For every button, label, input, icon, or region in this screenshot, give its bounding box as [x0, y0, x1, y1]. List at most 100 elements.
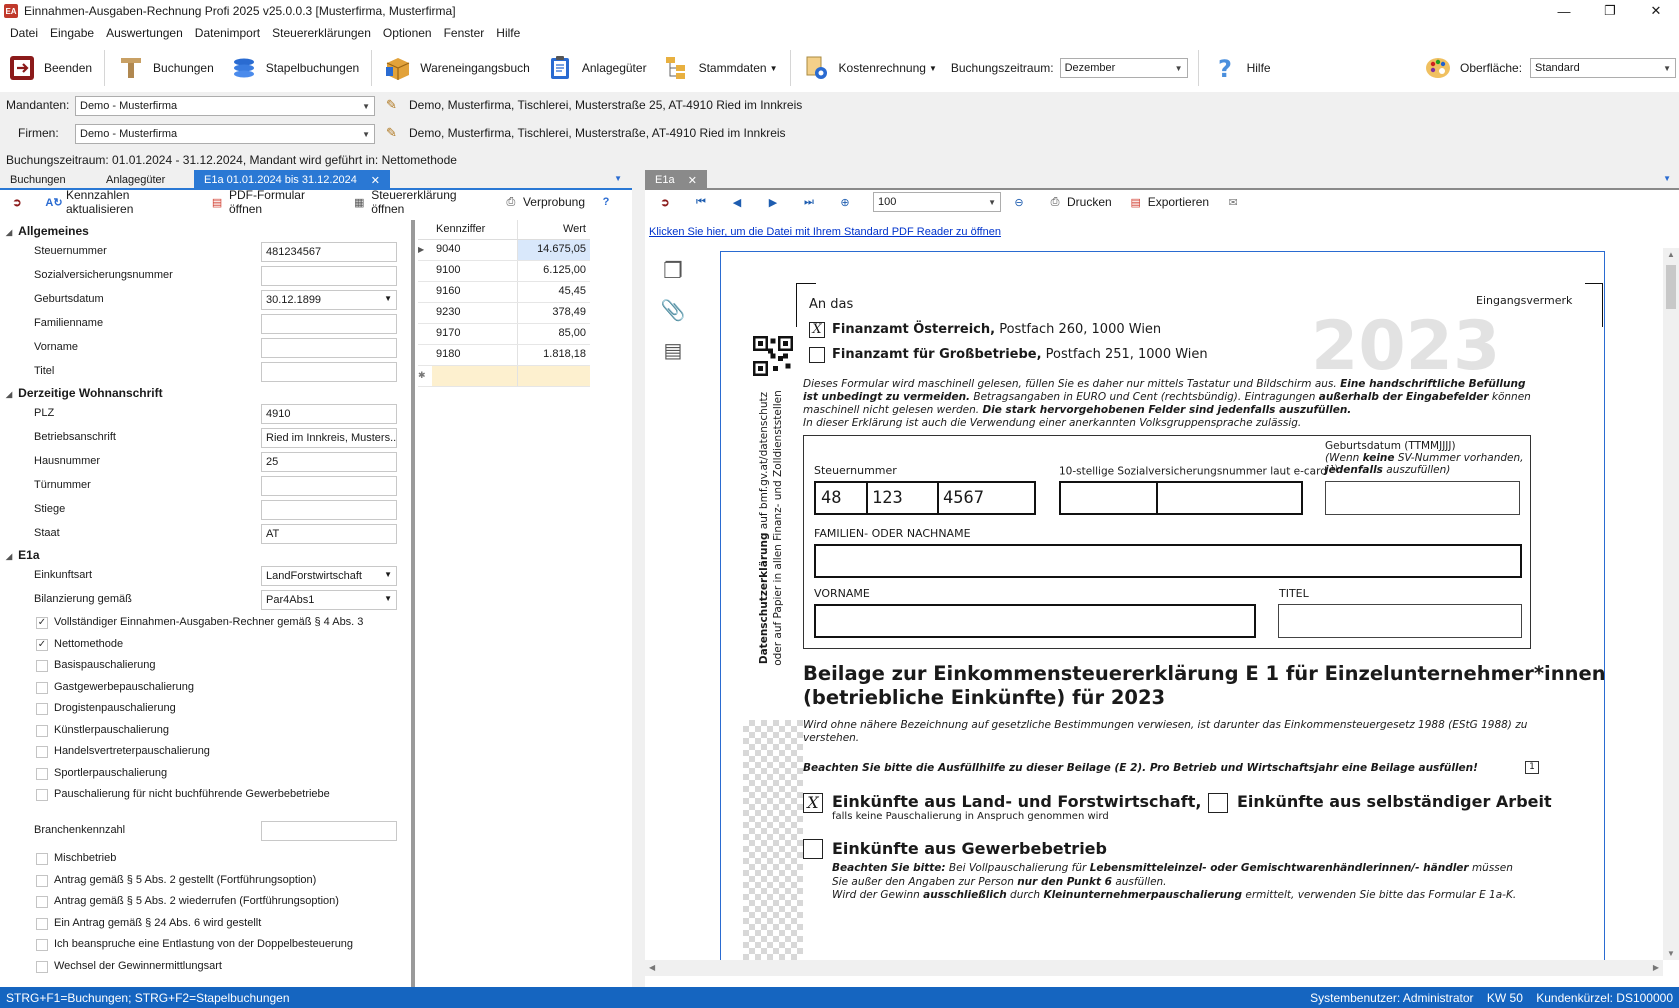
checkbox-label[interactable]: Pauschalierung für nicht buchführende Ge…: [54, 788, 330, 800]
drucken-button[interactable]: ⎙ Drucken: [1047, 194, 1112, 210]
menu-datei[interactable]: Datei: [4, 26, 44, 40]
new-row[interactable]: ✱: [418, 366, 590, 387]
pane-divider[interactable]: [632, 168, 645, 987]
oberflaeche-select[interactable]: Standard ▼: [1530, 58, 1677, 78]
close-icon[interactable]: ✕: [371, 174, 380, 187]
checkbox-label[interactable]: Sportlerpauschalierung: [54, 767, 167, 779]
first-page-button[interactable]: ⏮: [693, 194, 713, 210]
mail-button[interactable]: ✉: [1225, 194, 1245, 210]
chevron-down-icon[interactable]: ▼: [614, 174, 622, 183]
checkbox[interactable]: [36, 746, 48, 758]
section-allgemeines[interactable]: ◢ Allgemeines: [6, 224, 89, 238]
form-geburtsdatum-box[interactable]: [1325, 481, 1520, 515]
menu-fenster[interactable]: Fenster: [438, 26, 491, 40]
checkbox-label[interactable]: Ich beanspruche eine Entlastung von der …: [54, 938, 353, 950]
checkbox[interactable]: [36, 853, 48, 865]
tab-buchungen[interactable]: Buchungen: [0, 170, 96, 190]
menu-eingabe[interactable]: Eingabe: [44, 26, 100, 40]
checkbox-label[interactable]: Nettomethode: [54, 638, 123, 650]
checkbox[interactable]: [36, 960, 48, 973]
firmen-select[interactable]: Demo - Musterfirma ▼: [75, 124, 375, 144]
form-titel-box[interactable]: [1278, 604, 1522, 638]
menu-hilfe[interactable]: Hilfe: [490, 26, 526, 40]
branchenkennzahl-input[interactable]: [261, 821, 397, 841]
scroll-down-icon[interactable]: ▼: [1663, 949, 1679, 958]
buchungszeitraum-select[interactable]: Dezember ▼: [1059, 58, 1188, 78]
einkuenfte-lf-checkbox[interactable]: X: [803, 793, 823, 813]
minimize-icon[interactable]: —: [1541, 0, 1587, 22]
form-vorname-box[interactable]: [814, 604, 1256, 638]
prev-page-button[interactable]: ◀: [729, 194, 749, 210]
table-row[interactable]: 9160 45,45: [418, 282, 590, 303]
checkbox-label[interactable]: Vollständiger Einnahmen-Ausgaben-Rechner…: [54, 616, 363, 628]
checkbox[interactable]: ✓: [36, 638, 48, 651]
checkbox-label[interactable]: Ein Antrag gemäß § 24 Abs. 6 wird gestel…: [54, 917, 261, 929]
table-row[interactable]: 9100 6.125,00: [418, 261, 590, 282]
stiege-input[interactable]: [261, 500, 397, 520]
scroll-up-icon[interactable]: ▲: [1663, 250, 1679, 259]
wareneingangsbuch-button[interactable]: Wareneingangsbuch: [376, 48, 538, 88]
checkbox[interactable]: [36, 660, 48, 672]
checkbox[interactable]: [36, 896, 48, 908]
checkbox-label[interactable]: Drogistenpauschalierung: [54, 702, 176, 714]
geburtsdatum-input[interactable]: 30.12.1899 ▼: [261, 290, 397, 310]
form-svnr-box[interactable]: [1059, 481, 1303, 515]
checkbox[interactable]: [36, 703, 48, 715]
table-row[interactable]: 9230 378,49: [418, 303, 590, 324]
edit-icon[interactable]: ✎: [386, 97, 397, 113]
checkbox[interactable]: [36, 939, 48, 951]
table-row[interactable]: 9170 85,00: [418, 324, 590, 345]
einkuenfte-sa-checkbox[interactable]: [1208, 793, 1228, 813]
close-pdf-button[interactable]: ➲: [657, 194, 677, 210]
form-familienname-box[interactable]: [814, 544, 1522, 578]
attachment-icon[interactable]: 📎: [655, 298, 691, 338]
menu-datenimport[interactable]: Datenimport: [189, 26, 266, 40]
scroll-left-icon[interactable]: ◀: [649, 963, 655, 972]
scroll-thumb[interactable]: [1666, 265, 1676, 309]
next-page-button[interactable]: ▶: [765, 194, 785, 210]
mandanten-select[interactable]: Demo - Musterfirma ▼: [75, 96, 375, 116]
menu-auswertungen[interactable]: Auswertungen: [100, 26, 189, 40]
checkbox[interactable]: ✓: [36, 617, 48, 629]
checkbox-label[interactable]: Gastgewerbepauschalierung: [54, 681, 194, 693]
fa-oesterreich-checkbox[interactable]: X: [809, 322, 825, 338]
column-header-wert[interactable]: Wert: [518, 220, 590, 239]
exportieren-button[interactable]: ▤ Exportieren: [1128, 194, 1209, 210]
menu-optionen[interactable]: Optionen: [377, 26, 438, 40]
pages-icon[interactable]: ❐: [655, 258, 691, 298]
pdf-formular-button[interactable]: ▤ PDF-Formular öffnen: [210, 188, 338, 216]
maximize-icon[interactable]: ❐: [1587, 0, 1633, 22]
section-wohnanschrift[interactable]: ◢ Derzeitige Wohnanschrift: [6, 386, 163, 400]
kennzahlen-button[interactable]: A↻ Kennzahlen aktualisieren: [45, 188, 196, 216]
chevron-down-icon[interactable]: ▼: [1663, 174, 1671, 183]
zoom-in-button[interactable]: ⊕: [837, 194, 857, 210]
checkbox[interactable]: [36, 917, 48, 930]
section-e1a[interactable]: ◢ E1a: [6, 548, 40, 562]
kostenrechnung-button[interactable]: Kostenrechnung ▼: [795, 48, 945, 88]
table-row[interactable]: 9180 1.818,18: [418, 345, 590, 366]
checkbox[interactable]: [36, 789, 48, 801]
tab-e1a[interactable]: E1a 01.01.2024 bis 31.12.2024 ✕: [194, 170, 390, 190]
edit-icon[interactable]: ✎: [386, 125, 397, 141]
comment-icon[interactable]: ▤: [655, 338, 691, 378]
tuernummer-input[interactable]: [261, 476, 397, 496]
horizontal-scrollbar[interactable]: ◀ ▶: [645, 960, 1663, 976]
checkbox-label[interactable]: Antrag gemäß § 5 Abs. 2 gestellt (Fortfü…: [54, 874, 316, 886]
checkbox[interactable]: [36, 767, 48, 780]
zoom-select[interactable]: 100 ▼: [873, 192, 1001, 212]
menu-steuererklaerungen[interactable]: Steuererklärungen: [266, 26, 377, 40]
checkbox-label[interactable]: Handelsvertreterpauschalierung: [54, 745, 210, 757]
einkunftsart-select[interactable]: LandForstwirtschaft ▼: [261, 566, 397, 586]
help-button[interactable]: ?: [599, 195, 618, 209]
betriebsanschrift-input[interactable]: Ried im Innkreis, Musters...: [261, 428, 397, 448]
close-icon[interactable]: ✕: [1633, 0, 1679, 22]
scroll-right-icon[interactable]: ▶: [1653, 963, 1659, 972]
checkbox-label[interactable]: Basispauschalierung: [54, 659, 156, 671]
fa-grossbetriebe-checkbox[interactable]: [809, 347, 825, 363]
close-icon[interactable]: ✕: [688, 174, 697, 187]
verprobung-button[interactable]: ⎙ Verprobung: [504, 195, 585, 209]
stammdaten-button[interactable]: Stammdaten ▼: [655, 48, 786, 88]
open-pdf-link[interactable]: Klicken Sie hier, um die Datei mit Ihrem…: [649, 226, 1001, 238]
zoom-out-button[interactable]: ⊖: [1011, 194, 1031, 210]
checkbox-label[interactable]: Antrag gemäß § 5 Abs. 2 wiederrufen (For…: [54, 895, 339, 907]
